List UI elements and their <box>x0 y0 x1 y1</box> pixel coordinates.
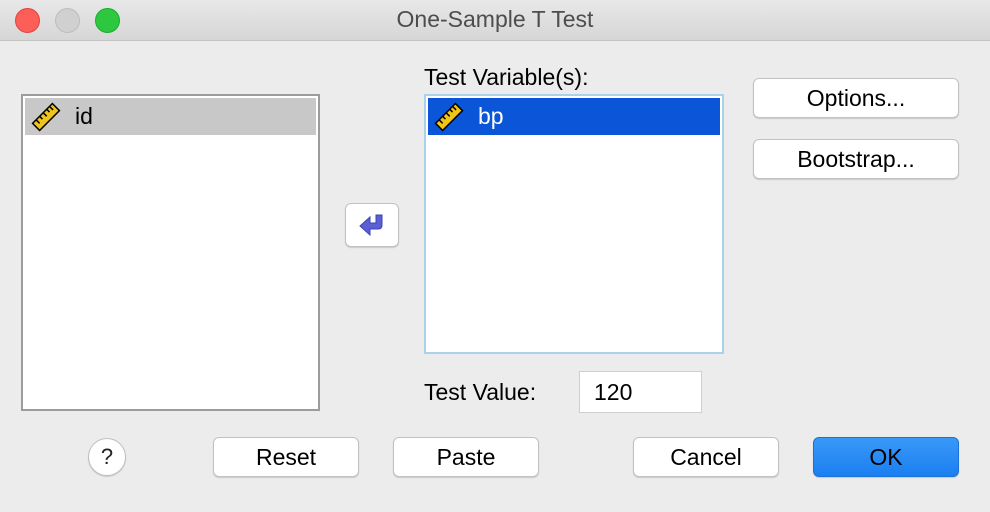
move-variable-button[interactable] <box>345 203 399 247</box>
test-variables-label: Test Variable(s): <box>424 64 589 90</box>
list-item-bp[interactable]: bp <box>428 98 720 135</box>
ok-button[interactable]: OK <box>813 437 959 477</box>
source-variable-list[interactable]: id <box>21 94 320 411</box>
window-title: One-Sample T Test <box>396 6 594 32</box>
test-variables-list[interactable]: bp <box>424 94 724 354</box>
list-item-label: id <box>75 103 93 129</box>
list-item-label: bp <box>478 103 504 129</box>
options-button[interactable]: Options... <box>753 78 959 118</box>
ruler-icon <box>31 102 61 131</box>
reset-button[interactable]: Reset <box>213 437 359 477</box>
paste-button[interactable]: Paste <box>393 437 539 477</box>
cancel-button[interactable]: Cancel <box>633 437 779 477</box>
help-button[interactable]: ? <box>88 438 126 476</box>
test-value-label: Test Value: <box>424 379 537 405</box>
test-value-input[interactable]: 120 <box>579 371 702 413</box>
bootstrap-button[interactable]: Bootstrap... <box>753 139 959 179</box>
ruler-icon <box>434 102 464 131</box>
title-bar: One-Sample T Test <box>0 0 990 41</box>
arrow-left-icon <box>359 214 383 237</box>
list-item-id[interactable]: id <box>25 98 316 135</box>
